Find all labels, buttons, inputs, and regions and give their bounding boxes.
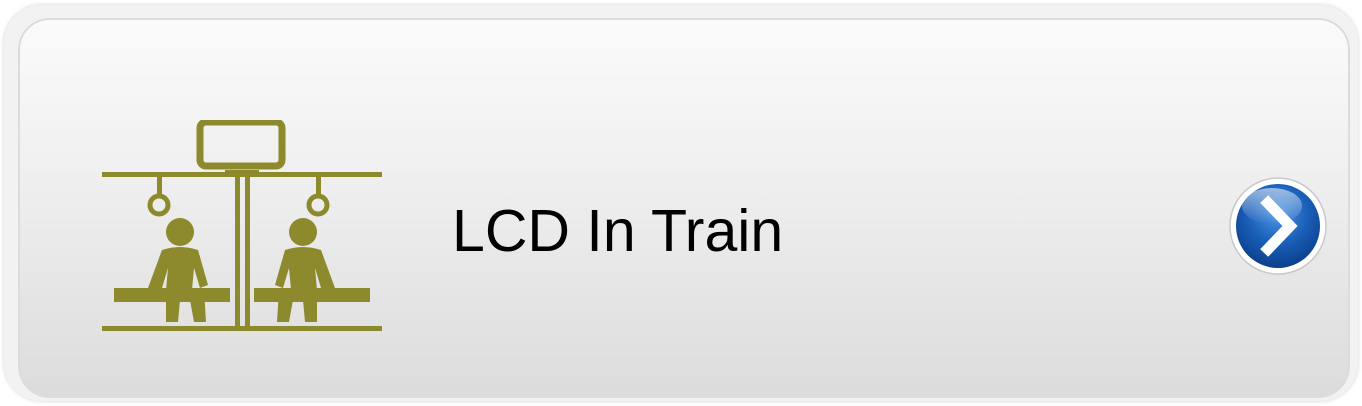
list-item-frame: LCD In Train xyxy=(4,5,1358,401)
train-lcd-passengers-icon xyxy=(102,120,382,331)
item-label: LCD In Train xyxy=(452,198,784,264)
lcd-in-train-item[interactable]: LCD In Train xyxy=(18,18,1350,398)
chevron-right-circle-icon[interactable] xyxy=(1228,176,1328,276)
